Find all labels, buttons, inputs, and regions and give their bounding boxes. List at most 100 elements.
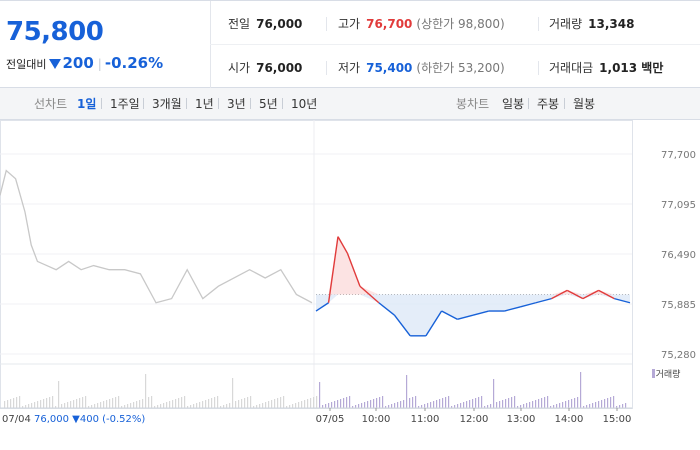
volume-bar [115,397,117,408]
prev-close-label: 전일 [228,17,251,31]
volume-bar [136,401,138,408]
change-label: 전일대비 [6,58,47,71]
volume-bar [175,399,177,408]
volume-bar [199,402,201,408]
volume-bar [532,401,534,408]
volume-bar [598,401,600,408]
volume-bar [559,403,561,408]
volume-bar [328,403,330,408]
change-amount: 200 [62,54,94,72]
volume-bar [412,397,414,408]
prev-day-close: 76,000 ▼400 (-0.52%) [34,414,145,425]
volume-value: 13,348 [588,17,635,31]
prev-close-value: 76,000 [256,17,303,31]
volume-bar [193,404,195,408]
divider [101,98,102,109]
volume-bar [397,402,399,408]
volume-bar [613,396,615,408]
x-tick-label: 14:00 [555,414,584,425]
low-stat: 저가 75,400 (하한가 53,200) [338,59,505,76]
amount-value: 1,013 백만 [599,61,664,75]
line-chart-label: 선차트 [34,97,68,111]
volume-bar [424,404,426,408]
volume-bar [340,399,342,408]
divider [250,98,251,109]
volume-bar [169,401,171,408]
volume-bar [496,402,498,408]
tab-5year[interactable]: 5년 [259,95,278,112]
tab-1week[interactable]: 1주일 [110,95,140,112]
volume-bar [163,403,165,408]
volume-bar [589,404,591,408]
volume-bar [178,398,180,408]
volume-bar [505,399,507,408]
volume-bar [514,396,516,408]
volume-bar [310,398,312,408]
tab-3month[interactable]: 3개월 [152,95,182,112]
volume-bar [208,399,210,408]
open-stat: 시가 76,000 [228,59,302,76]
y-tick-label: 76,490 [661,250,696,261]
volume-bar [97,403,99,408]
low-value: 75,400 [366,61,413,75]
volume-bar [541,398,543,408]
volume-bar [217,396,219,408]
volume-bar [358,404,360,408]
divider [210,44,700,45]
volume-bar [94,404,96,408]
x-tick-label: 12:00 [460,414,489,425]
tab-weekly-candle[interactable]: 주봉 [537,95,559,112]
volume-bar [244,398,246,408]
volume-bar [580,372,582,408]
x-tick-label: 15:00 [603,414,632,425]
tab-10year[interactable]: 10년 [291,95,317,112]
volume-bar [67,402,69,408]
prev-close-stat: 전일 76,000 [228,15,302,32]
tab-1year[interactable]: 1년 [195,95,214,112]
tab-daily-candle[interactable]: 일봉 [502,95,524,112]
volume-bar [271,400,273,408]
volume-bar [460,403,462,408]
tab-monthly-candle[interactable]: 월봉 [573,95,595,112]
volume-bar [379,397,381,408]
volume-bar [406,375,408,408]
upper-limit: (상한가 98,800) [416,17,505,31]
high-stat: 고가 76,700 (상한가 98,800) [338,15,505,32]
volume-bar [448,396,450,408]
volume-bar [427,403,429,408]
volume-bar [148,397,150,408]
volume-bar [61,404,63,408]
volume-bar [493,379,495,408]
tab-3year[interactable]: 3년 [227,95,246,112]
volume-bar [361,403,363,408]
divider [143,98,144,109]
volume-bar [571,399,573,408]
volume-bar [535,400,537,408]
candle-chart-label: 봉차트 [456,97,490,111]
tab-1day[interactable]: 1일 [77,95,96,112]
volume-bar [457,404,459,408]
volume-bar [607,398,609,408]
volume-bar [463,402,465,408]
volume-bar [166,402,168,408]
volume-bar [313,397,315,408]
volume-bar [241,399,243,408]
volume-bar [7,400,9,408]
volume-bar [394,403,396,408]
divider [538,61,539,75]
volume-bar [565,401,567,408]
volume-bar [469,400,471,408]
volume-bar [13,398,15,408]
volume-bar [16,397,18,408]
divider [538,17,539,31]
volume-bar [508,398,510,408]
volume-bar [439,399,441,408]
volume-bar [343,398,345,408]
prev-day-date: 07/04 [2,414,31,425]
volume-bar [142,399,144,408]
divider [218,98,219,109]
volume-bar [430,402,432,408]
open-label: 시가 [228,61,251,75]
volume-bar [238,400,240,408]
volume-bar [502,400,504,408]
